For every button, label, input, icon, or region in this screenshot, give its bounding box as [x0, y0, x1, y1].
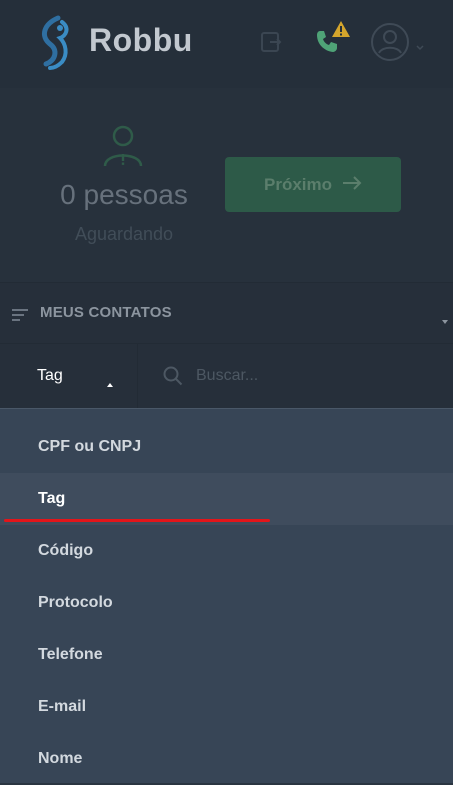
option-email[interactable]: E-mail: [0, 681, 453, 733]
chevron-down-icon[interactable]: [416, 38, 424, 56]
highlight-underline: [4, 519, 270, 522]
search-input[interactable]: [196, 365, 436, 387]
queue-panel: 0 pessoas Aguardando Próximo: [0, 88, 453, 282]
app-header: Robbu: [0, 0, 453, 88]
brand-name: Robbu: [89, 22, 193, 58]
option-nome[interactable]: Nome: [0, 733, 453, 785]
filter-row: Tag: [0, 344, 453, 408]
option-cpf-cnpj[interactable]: CPF ou CNPJ: [0, 421, 453, 473]
filter-type-dropdown: CPF ou CNPJ Tag Código Protocolo Telefon…: [0, 408, 453, 783]
queue-count: 0 pessoas: [60, 179, 188, 210]
option-codigo[interactable]: Código: [0, 525, 453, 577]
caret-up-icon: [107, 374, 113, 392]
warning-icon: [331, 20, 351, 43]
user-avatar-icon[interactable]: [370, 22, 410, 67]
exit-icon[interactable]: [259, 30, 283, 59]
option-tag[interactable]: Tag: [0, 473, 453, 525]
filter-type-selected: Tag: [37, 367, 63, 384]
contacts-section-header[interactable]: MEUS CONTATOS: [0, 282, 453, 344]
search-icon: [163, 366, 183, 391]
arrow-right-icon: [342, 175, 362, 195]
person-alert-icon: [101, 124, 145, 173]
next-button[interactable]: Próximo: [225, 157, 401, 212]
queue-status: Aguardando: [74, 224, 174, 244]
section-title: MEUS CONTATOS: [40, 304, 172, 321]
filter-type-select[interactable]: Tag: [0, 344, 138, 408]
option-telefone[interactable]: Telefone: [0, 629, 453, 681]
option-protocolo[interactable]: Protocolo: [0, 577, 453, 629]
list-menu-icon: [12, 308, 28, 326]
next-button-label: Próximo: [263, 174, 333, 194]
collapse-caret-icon[interactable]: [442, 311, 448, 329]
robbu-logo-icon: [36, 14, 78, 75]
